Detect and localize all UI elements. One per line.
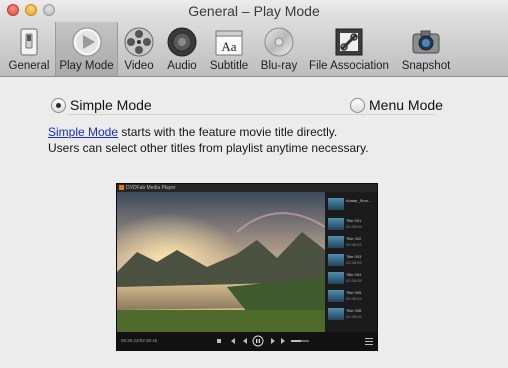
svg-text:Aa: Aa [221, 39, 236, 54]
play-mode-panel: Simple Mode Menu Mode Simple Mode starts… [0, 77, 508, 368]
simple-mode-label: Simple Mode [70, 97, 152, 113]
playlist-item: Title 003 02:38:05 [328, 254, 374, 270]
description-line-1: Simple Mode starts with the feature movi… [48, 124, 369, 140]
separator [67, 114, 435, 115]
tab-general-label: General [8, 60, 50, 72]
tab-general[interactable]: General [4, 22, 54, 76]
disc-icon [264, 27, 294, 57]
playlist-item-time: 00:36:03 [346, 296, 362, 301]
preview-app-title: DVDFab Media Player [126, 185, 176, 191]
menu-mode-option[interactable]: Menu Mode [350, 97, 443, 113]
player-preview-image: DVDFab Media Player Avatar_Smo... Title … [116, 183, 378, 351]
playlist-thumbnail [328, 272, 344, 284]
playlist-thumbnail [328, 308, 344, 320]
preview-video-frame [117, 192, 325, 332]
stop-icon [217, 339, 221, 343]
preview-control-bar: 00:35:24/02:35:45 [117, 332, 377, 350]
playlist-item-time: 02:38:05 [346, 260, 362, 265]
mode-description: Simple Mode starts with the feature movi… [48, 124, 369, 156]
description-line-2: Users can select other titles from playl… [48, 141, 369, 155]
tab-video-label: Video [124, 60, 154, 72]
simple-mode-option[interactable]: Simple Mode [51, 97, 152, 113]
pause-button-icon [252, 335, 264, 347]
playlist-thumbnail [328, 198, 344, 210]
playlist-item-time: 02:38:05 [346, 224, 362, 229]
tab-file-association[interactable]: File Association [306, 22, 392, 76]
preview-transport-controls [217, 335, 309, 347]
playlist-item: Title 005 00:36:03 [328, 290, 374, 306]
tab-play-mode[interactable]: Play Mode [55, 22, 118, 76]
playlist-thumbnail [328, 254, 344, 266]
playlist-thumbnail [328, 236, 344, 248]
playlist-item-time: 02:38:05 [346, 314, 362, 319]
tab-subtitle-label: Subtitle [209, 60, 249, 72]
playlist-item: Title 002 00:36:03 [328, 236, 374, 252]
preferences-window: General – Play Mode General Play Mode Vi… [0, 0, 508, 368]
tab-audio[interactable]: Audio [162, 22, 202, 76]
playlist-item: Avatar_Smo... [328, 198, 374, 214]
simple-mode-link[interactable]: Simple Mode [48, 125, 118, 139]
menu-mode-radio[interactable] [350, 97, 365, 113]
general-switch-icon [20, 28, 38, 56]
playlist-item: Title 006 02:38:05 [328, 308, 374, 324]
previous-icon [231, 338, 235, 344]
subtitle-icon: Aa [215, 30, 243, 56]
film-reel-icon [124, 27, 154, 57]
preferences-toolbar: General Play Mode Video Audio Aa Subtitl… [0, 22, 508, 77]
forward-icon [271, 338, 275, 344]
description-line-1-text: starts with the feature movie title dire… [118, 125, 338, 139]
playlist-item-title: Avatar_Smo... [346, 198, 372, 203]
tab-subtitle[interactable]: Aa Subtitle [205, 22, 253, 76]
camera-icon [412, 30, 440, 54]
tab-video[interactable]: Video [120, 22, 158, 76]
menu-mode-label: Menu Mode [369, 97, 443, 113]
playlist-thumbnail [328, 290, 344, 302]
simple-mode-radio[interactable] [51, 97, 66, 113]
playlist-thumbnail [328, 218, 344, 230]
preview-playlist: Avatar_Smo... Title 001 02:38:05 Title 0… [326, 196, 376, 332]
playlist-item: Title 001 02:38:05 [328, 218, 374, 234]
play-icon [72, 27, 101, 57]
playlist-toggle-icon [365, 338, 373, 345]
tab-blu-ray[interactable]: Blu-ray [256, 22, 302, 76]
window-title: General – Play Mode [188, 3, 320, 19]
playlist-item-time: 00:36:03 [346, 242, 362, 247]
preview-time-display: 00:35:24/02:35:45 [121, 338, 158, 343]
tab-snapshot-label: Snapshot [401, 60, 451, 72]
speaker-icon [167, 27, 197, 57]
playlist-item-time: 02:38:05 [346, 278, 362, 283]
preview-title-bar: DVDFab Media Player [117, 184, 377, 192]
next-icon [281, 338, 285, 344]
tab-audio-label: Audio [167, 60, 197, 72]
playlist-item: Title 004 02:38:05 [328, 272, 374, 288]
tab-blu-ray-label: Blu-ray [260, 60, 298, 72]
tab-snapshot[interactable]: Snapshot [398, 22, 454, 76]
app-logo-icon [119, 185, 124, 190]
tab-file-association-label: File Association [309, 60, 389, 72]
file-link-icon [335, 28, 363, 56]
rewind-icon [243, 338, 247, 344]
title-bar: General – Play Mode [0, 0, 508, 22]
tab-play-mode-label: Play Mode [59, 60, 114, 72]
